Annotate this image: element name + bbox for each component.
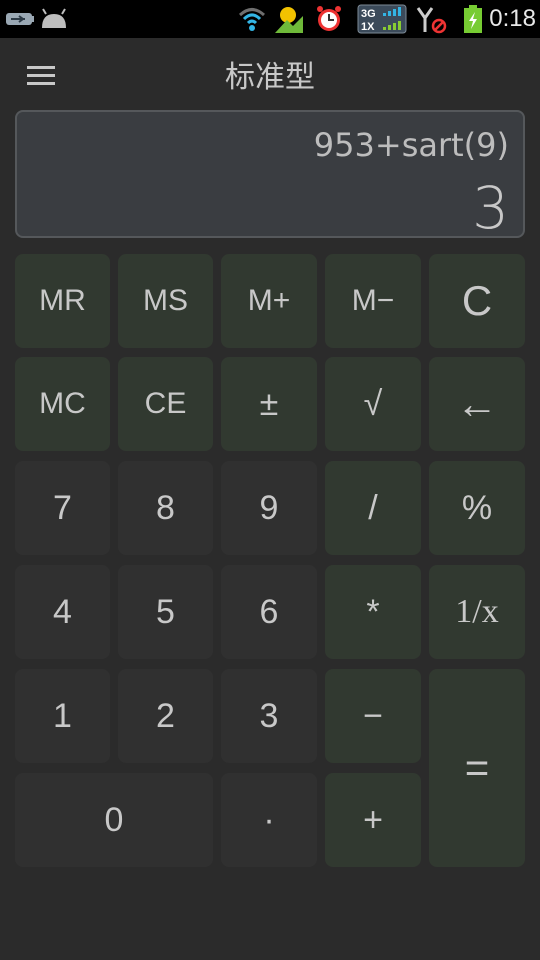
digit-5-button[interactable]: 5 — [118, 565, 213, 659]
key-label: 6 — [259, 592, 279, 631]
key-label: C — [461, 277, 493, 324]
weather-icon — [272, 0, 306, 38]
key-label: CE — [144, 387, 187, 420]
digit-0-button[interactable]: 0 — [15, 773, 213, 867]
subtract-button[interactable]: − — [325, 669, 421, 763]
android-debug-icon — [38, 0, 70, 38]
calculator-display: 953+sart(9) 3 — [15, 110, 525, 242]
sqrt-button[interactable]: √ — [325, 357, 421, 451]
svg-text:1X: 1X — [361, 21, 375, 33]
key-label: 2 — [156, 696, 175, 735]
equals-button[interactable]: = — [429, 669, 525, 867]
key-label: 3 — [259, 696, 279, 735]
memory-store-button[interactable]: MS — [118, 254, 213, 348]
digit-8-button[interactable]: 8 — [118, 461, 213, 555]
multiply-button[interactable]: * — [325, 565, 421, 659]
memory-add-button[interactable]: M+ — [221, 254, 317, 348]
key-label: 0 — [104, 800, 124, 839]
key-label: 8 — [156, 488, 175, 527]
key-label: 5 — [156, 592, 175, 631]
status-bar: 3G 1X 0:18 — [0, 0, 540, 38]
digit-7-button[interactable]: 7 — [15, 461, 110, 555]
key-label: * — [366, 592, 380, 631]
svg-text:3G: 3G — [361, 8, 376, 20]
digit-3-button[interactable]: 3 — [221, 669, 317, 763]
reciprocal-button[interactable]: 1/x — [429, 565, 525, 659]
memory-recall-button[interactable]: MR — [15, 254, 110, 348]
key-label: M− — [351, 284, 395, 317]
key-label: M+ — [247, 284, 291, 317]
key-label: + — [363, 800, 383, 839]
key-label: 1 — [53, 696, 72, 735]
usb-icon — [4, 0, 36, 38]
clear-button[interactable]: C — [429, 254, 525, 348]
alarm-icon — [312, 0, 346, 38]
key-label: / — [368, 488, 378, 527]
key-label: ± — [259, 384, 279, 423]
key-label: ← — [456, 380, 498, 427]
key-label: MR — [39, 284, 86, 317]
clear-entry-button[interactable]: CE — [118, 357, 213, 451]
signal-3g-1x-icon: 3G 1X — [356, 0, 408, 38]
digit-9-button[interactable]: 9 — [221, 461, 317, 555]
key-label: 1/x — [455, 593, 499, 630]
key-label: 9 — [259, 488, 279, 527]
decimal-button[interactable]: · — [221, 773, 317, 867]
memory-subtract-button[interactable]: M− — [325, 254, 421, 348]
digit-4-button[interactable]: 4 — [15, 565, 110, 659]
digit-2-button[interactable]: 2 — [118, 669, 213, 763]
key-label: 4 — [53, 592, 72, 631]
add-button[interactable]: + — [325, 773, 421, 867]
key-label: √ — [363, 384, 383, 423]
key-label: · — [263, 800, 275, 839]
wifi-icon — [236, 0, 268, 38]
key-label: 7 — [53, 488, 72, 527]
result-text: 3 — [472, 174, 509, 242]
backspace-button[interactable]: ← — [429, 357, 525, 451]
key-label: − — [363, 696, 383, 735]
negate-button[interactable]: ± — [221, 357, 317, 451]
divide-button[interactable]: / — [325, 461, 421, 555]
key-label: = — [464, 744, 490, 791]
memory-clear-button[interactable]: MC — [15, 357, 110, 451]
percent-button[interactable]: % — [429, 461, 525, 555]
key-label: % — [461, 488, 493, 527]
app-bar: 标准型 — [0, 38, 540, 110]
battery-charging-icon — [460, 0, 486, 38]
key-label: MS — [143, 284, 188, 317]
key-label: MC — [39, 387, 86, 420]
page-title: 标准型 — [225, 60, 315, 95]
status-time: 0:18 — [489, 5, 536, 32]
digit-6-button[interactable]: 6 — [221, 565, 317, 659]
no-signal-icon — [414, 0, 450, 38]
digit-1-button[interactable]: 1 — [15, 669, 110, 763]
expression-text: 953+sart(9) — [313, 126, 509, 164]
